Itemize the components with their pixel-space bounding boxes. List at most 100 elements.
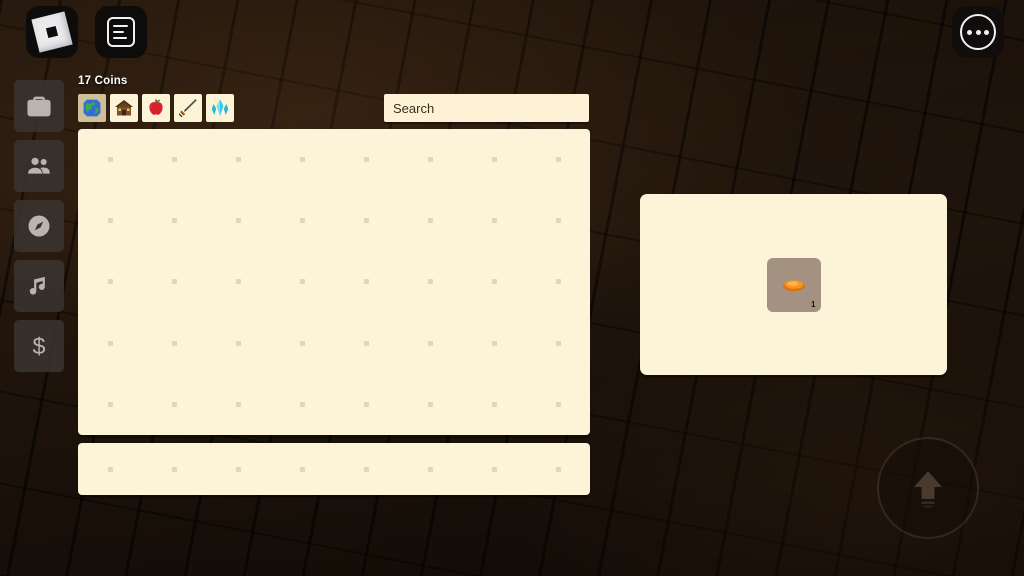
inventory-slot[interactable] <box>270 313 334 374</box>
hotbar-slot[interactable] <box>526 443 590 495</box>
people-icon <box>28 157 50 174</box>
inventory-slot[interactable] <box>78 251 142 312</box>
inventory-slot[interactable] <box>142 251 206 312</box>
sidebar-item-explore[interactable] <box>14 200 64 252</box>
inventory-slot[interactable] <box>270 190 334 251</box>
bread-item-icon <box>782 279 805 291</box>
category-tabs <box>78 94 234 122</box>
inventory-slot[interactable] <box>78 313 142 374</box>
sword-icon <box>178 99 197 118</box>
more-options-button[interactable] <box>952 6 1004 58</box>
empty-slot-dot <box>363 279 369 285</box>
inventory-slot[interactable] <box>526 374 590 435</box>
hotbar-slot[interactable] <box>270 443 334 495</box>
roblox-logo-icon <box>31 11 73 53</box>
inventory-slot[interactable] <box>398 129 462 190</box>
empty-slot-dot <box>299 401 305 407</box>
empty-slot-dot <box>491 279 497 285</box>
inventory-slot[interactable] <box>526 129 590 190</box>
inventory-slot[interactable] <box>398 251 462 312</box>
hotbar-slot[interactable] <box>462 443 526 495</box>
empty-slot-dot <box>171 279 177 285</box>
music-note-icon <box>29 276 45 295</box>
chat-icon <box>107 17 135 47</box>
inventory-slot[interactable] <box>270 374 334 435</box>
sidebar-item-music[interactable] <box>14 260 64 312</box>
coins-label: 17 Coins <box>78 75 128 87</box>
inventory-slot[interactable] <box>142 129 206 190</box>
inventory-slot[interactable] <box>206 313 270 374</box>
empty-slot-dot <box>299 157 305 163</box>
hotbar-slot[interactable] <box>142 443 206 495</box>
inventory-slot[interactable] <box>462 251 526 312</box>
inventory-slot[interactable] <box>270 129 334 190</box>
hotbar-slot[interactable] <box>334 443 398 495</box>
inventory-slot[interactable] <box>526 313 590 374</box>
category-tab-build[interactable] <box>110 94 138 122</box>
inventory-slot[interactable] <box>334 374 398 435</box>
item-detail-panel: 1 <box>640 194 947 375</box>
inventory-slot[interactable] <box>398 374 462 435</box>
empty-slot-dot <box>235 340 241 346</box>
inventory-slot[interactable] <box>462 190 526 251</box>
empty-slot-dot <box>555 340 561 346</box>
sidebar-item-shop[interactable]: $ <box>14 320 64 372</box>
search-input[interactable] <box>384 94 589 122</box>
inventory-slot[interactable] <box>462 313 526 374</box>
inventory-slot[interactable] <box>526 190 590 251</box>
inventory-slot[interactable] <box>206 251 270 312</box>
inventory-slot[interactable] <box>334 313 398 374</box>
inventory-slot[interactable] <box>78 374 142 435</box>
apple-icon <box>149 99 163 115</box>
inventory-slot[interactable] <box>462 374 526 435</box>
inventory-slot[interactable] <box>206 374 270 435</box>
inventory-slot[interactable] <box>334 190 398 251</box>
empty-slot-dot <box>107 401 113 407</box>
inventory-slot[interactable] <box>334 251 398 312</box>
inventory-slot[interactable] <box>78 129 142 190</box>
empty-slot-dot <box>555 157 561 163</box>
empty-slot-dot <box>491 157 497 163</box>
empty-slot-dot <box>107 466 113 472</box>
hotbar-panel <box>78 443 590 495</box>
inventory-slot[interactable] <box>206 190 270 251</box>
inventory-slot[interactable] <box>462 129 526 190</box>
hotbar-slot[interactable] <box>78 443 142 495</box>
empty-slot-dot <box>235 157 241 163</box>
empty-slot-dot <box>107 279 113 285</box>
empty-slot-dot <box>427 340 433 346</box>
inventory-slot[interactable] <box>270 251 334 312</box>
jump-button[interactable] <box>877 437 979 539</box>
inventory-slot[interactable] <box>142 190 206 251</box>
category-tab-weapons[interactable] <box>174 94 202 122</box>
empty-slot-dot <box>491 340 497 346</box>
inventory-slot[interactable] <box>334 129 398 190</box>
empty-slot-dot <box>427 157 433 163</box>
category-tab-food[interactable] <box>142 94 170 122</box>
inventory-slot[interactable] <box>206 129 270 190</box>
sidebar-item-inventory[interactable] <box>14 80 64 132</box>
inventory-slot[interactable] <box>78 190 142 251</box>
inventory-slot[interactable] <box>142 374 206 435</box>
category-tab-gems[interactable] <box>206 94 234 122</box>
jump-arrow-icon <box>914 471 942 508</box>
sidebar-item-friends[interactable] <box>14 140 64 192</box>
empty-slot-dot <box>171 340 177 346</box>
inventory-slot[interactable] <box>142 313 206 374</box>
empty-slot-dot <box>107 340 113 346</box>
chat-button[interactable] <box>95 6 147 58</box>
sidebar: $ <box>14 80 64 372</box>
empty-slot-dot <box>491 401 497 407</box>
category-tab-world[interactable] <box>78 94 106 122</box>
item-slot[interactable]: 1 <box>766 257 821 312</box>
roblox-menu-button[interactable] <box>26 6 78 58</box>
globe-icon <box>83 99 101 117</box>
hotbar-slot[interactable] <box>398 443 462 495</box>
empty-slot-dot <box>171 157 177 163</box>
inventory-slot[interactable] <box>526 251 590 312</box>
hotbar-slot[interactable] <box>206 443 270 495</box>
inventory-slot-grid <box>78 129 590 435</box>
inventory-slot[interactable] <box>398 313 462 374</box>
inventory-slot[interactable] <box>398 190 462 251</box>
empty-slot-dot <box>299 340 305 346</box>
